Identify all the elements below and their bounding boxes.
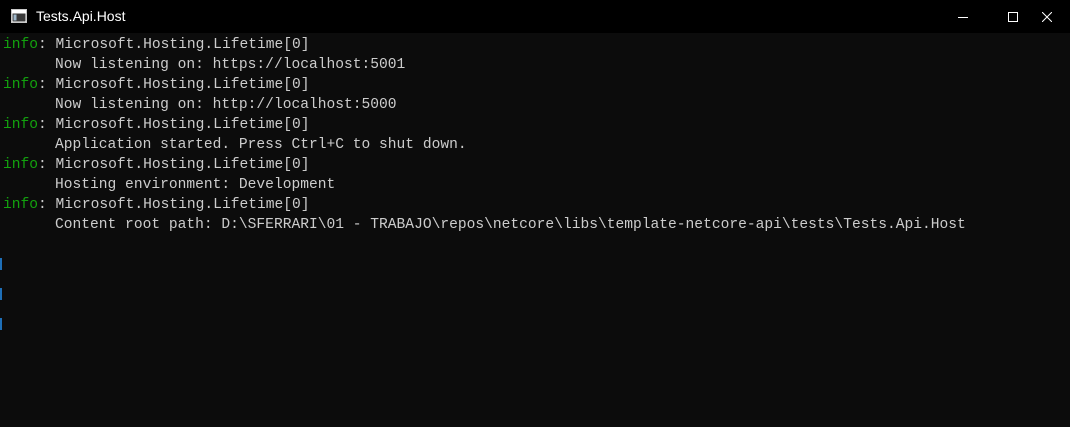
log-message: Hosting environment: Development: [55, 177, 336, 193]
log-header-line: info: Microsoft.Hosting.Lifetime[0]: [3, 115, 310, 135]
log-separator: :: [38, 157, 56, 173]
log-level: info: [3, 157, 39, 173]
log-level: info: [3, 37, 39, 53]
log-header-line: info: Microsoft.Hosting.Lifetime[0]: [3, 155, 310, 175]
window-title: Tests.Api.Host: [36, 8, 126, 24]
minimize-icon: [958, 9, 968, 25]
log-level: info: [3, 77, 39, 93]
log-category: Microsoft.Hosting.Lifetime[0]: [55, 77, 310, 93]
log-message: Now listening on: http://localhost:5000: [55, 97, 397, 113]
console-window: Tests.Api.Host info: Microsoft.Hosting.L…: [0, 0, 1070, 427]
log-message: Content root path: D:\SFERRARI\01 - TRAB…: [55, 217, 966, 233]
log-message: Now listening on: https://localhost:5001: [55, 57, 406, 73]
log-message: Application started. Press Ctrl+C to shu…: [55, 137, 467, 153]
log-header-line: info: Microsoft.Hosting.Lifetime[0]: [3, 75, 310, 95]
close-icon: [1041, 9, 1053, 25]
maximize-icon: [1008, 9, 1018, 25]
window-edge-marker: [0, 258, 2, 270]
log-level: info: [3, 117, 39, 133]
log-header-line: info: Microsoft.Hosting.Lifetime[0]: [3, 35, 310, 55]
log-category: Microsoft.Hosting.Lifetime[0]: [55, 197, 310, 213]
log-level: info: [3, 197, 39, 213]
console-output[interactable]: info: Microsoft.Hosting.Lifetime[0] Now …: [0, 33, 1070, 427]
log-category: Microsoft.Hosting.Lifetime[0]: [55, 157, 310, 173]
log-header-line: info: Microsoft.Hosting.Lifetime[0]: [3, 195, 310, 215]
minimize-button[interactable]: [940, 0, 986, 33]
log-separator: :: [38, 197, 56, 213]
console-window-icon[interactable]: [11, 9, 27, 23]
window-edge-marker: [0, 318, 2, 330]
log-separator: :: [38, 37, 56, 53]
log-category: Microsoft.Hosting.Lifetime[0]: [55, 117, 310, 133]
log-separator: :: [38, 117, 56, 133]
close-button[interactable]: [1024, 0, 1070, 33]
log-separator: :: [38, 77, 56, 93]
window-edge-marker: [0, 288, 2, 300]
log-category: Microsoft.Hosting.Lifetime[0]: [55, 37, 310, 53]
title-bar[interactable]: Tests.Api.Host: [0, 0, 1070, 33]
